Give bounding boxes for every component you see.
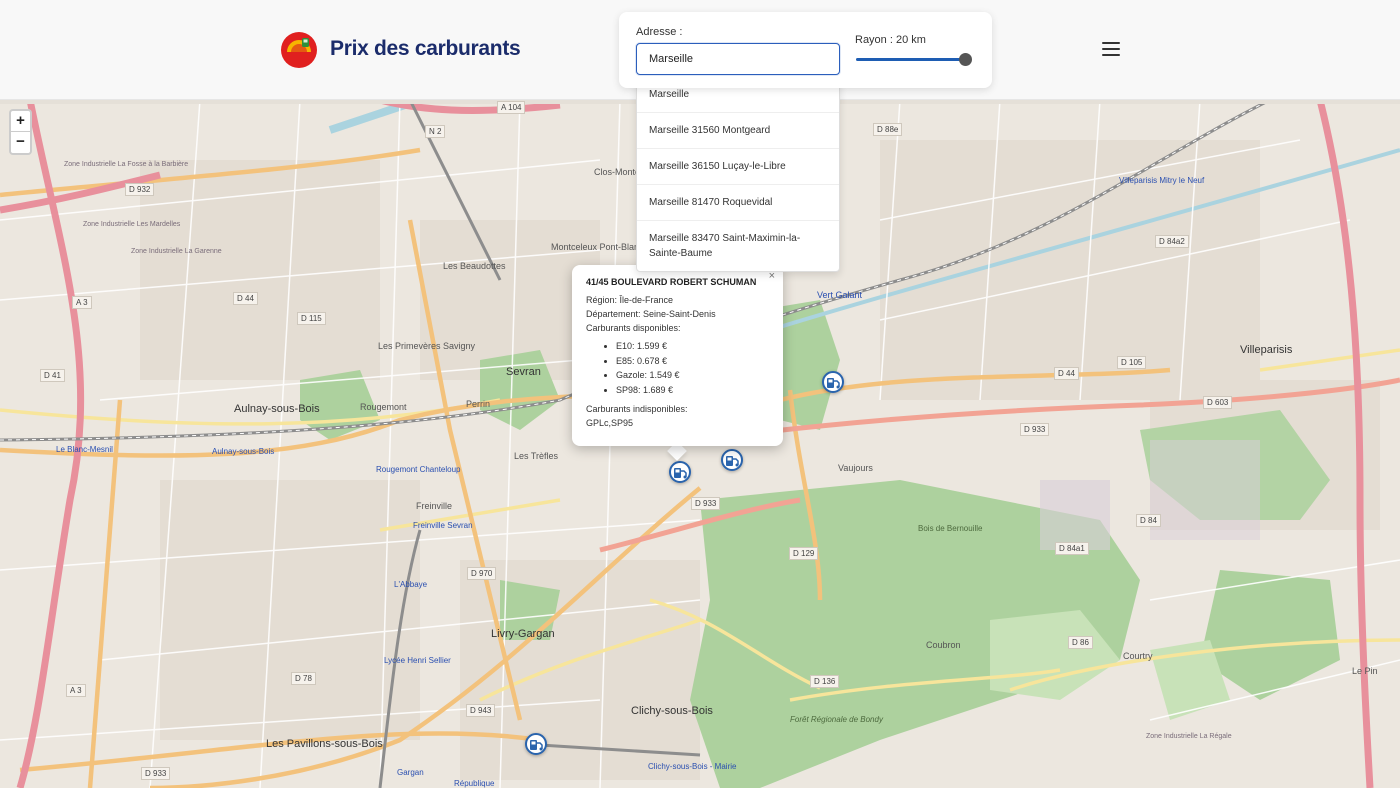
fuel-station-icon[interactable]: [721, 449, 743, 471]
search-panel: Adresse : Rayon : 20 km: [619, 12, 992, 88]
station-label: Lycée Henri Sellier: [384, 656, 451, 665]
station-departement: Département: Seine-Saint-Denis: [586, 309, 716, 319]
address-input[interactable]: [636, 43, 840, 75]
station-popup: × 41/45 BOULEVARD ROBERT SCHUMAN Région:…: [572, 265, 783, 446]
place-label: Vert Galant: [817, 290, 863, 300]
place-label: Livry-Gargan: [491, 628, 555, 640]
place-label: Aulnay-sous-Bois: [234, 403, 320, 415]
road-tag: D 129: [789, 547, 819, 560]
suggestion-item[interactable]: Marseille 83470 Saint-Maximin-la-Sainte-…: [637, 221, 839, 271]
suggestion-item[interactable]: Marseille 31560 Montgeard: [637, 113, 839, 149]
road-tag: D 943: [466, 704, 496, 717]
app-title[interactable]: Prix des carburants: [330, 37, 521, 61]
road-tag: D 105: [1117, 356, 1147, 369]
place-label: Villeparisis: [1240, 344, 1293, 356]
radius-slider-track[interactable]: [856, 58, 966, 61]
place-label: Perrin: [466, 399, 491, 409]
place-label: Vaujours: [838, 463, 873, 473]
place-label: Les Beaudottes: [443, 261, 506, 271]
available-fuels-list: E10: 1.599 € E85: 0.678 € Gazole: 1.549 …: [616, 339, 769, 397]
radius-slider-thumb[interactable]: [959, 53, 972, 66]
fuel-station-icon[interactable]: [822, 371, 844, 393]
zoom-control: + −: [9, 109, 32, 155]
place-label: Freinville: [416, 501, 453, 511]
address-suggestions: Marseille Marseille 31560 Montgeard Mars…: [636, 76, 840, 272]
road-tag: D 44: [233, 292, 258, 305]
unavailable-fuels-label: Carburants indisponibles:: [586, 404, 688, 414]
area-label: Zone Industrielle Les Mardelles: [83, 221, 181, 228]
suggestion-item[interactable]: Marseille 36150 Luçay-le-Libre: [637, 149, 839, 185]
station-label: L'Abbaye: [394, 580, 428, 589]
available-fuels-label: Carburants disponibles:: [586, 323, 681, 333]
suggestion-item[interactable]: Marseille 81470 Roquevidal: [637, 185, 839, 221]
station-region: Région: Île-de-France: [586, 295, 674, 305]
road-tag: D 115: [297, 312, 326, 325]
road-tag: D 78: [291, 672, 316, 685]
place-label: Les Pavillons-sous-Bois: [266, 738, 383, 750]
place-label: Sevran: [506, 366, 541, 378]
road-tag: D 970: [467, 567, 497, 580]
road-tag: N 2: [425, 125, 446, 138]
road-tag: A 3: [72, 296, 92, 309]
fuel-logo-icon[interactable]: [281, 32, 317, 68]
road-tag: D 933: [1020, 423, 1050, 436]
road-tag: D 933: [691, 497, 721, 510]
place-label: Le Pin: [1352, 666, 1378, 676]
place-label: Montceleux Pont-Blanc: [551, 242, 644, 252]
road-tag: D 84: [1136, 514, 1161, 527]
forest-label: Bois de Bernouille: [918, 524, 983, 533]
fuel-station-icon[interactable]: [525, 733, 547, 755]
station-label: Rougemont Chanteloup: [376, 465, 461, 474]
station-label: Gargan: [397, 768, 424, 777]
place-label: Clichy-sous-Bois: [631, 705, 713, 717]
area-label: Zone Industrielle La Garenne: [131, 248, 222, 255]
place-label: Les Trèfles: [514, 451, 559, 461]
station-label: Freinville Sevran: [413, 521, 473, 530]
road-tag: D 88e: [873, 123, 903, 136]
fuel-price-item: SP98: 1.689 €: [616, 383, 769, 398]
station-address: 41/45 BOULEVARD ROBERT SCHUMAN: [586, 277, 757, 287]
fuel-station-icon[interactable]: [669, 461, 691, 483]
road-tag: D 41: [40, 369, 65, 382]
road-tag: A 3: [66, 684, 86, 697]
hamburger-menu-icon[interactable]: [1102, 42, 1120, 56]
station-label: Villeparisis Mitry le Neuf: [1119, 176, 1205, 185]
fuel-price-item: Gazole: 1.549 €: [616, 368, 769, 383]
place-label: Coubron: [926, 640, 961, 650]
forest-label: Forêt Régionale de Bondy: [790, 715, 883, 724]
road-tag: D 136: [810, 675, 840, 688]
road-tag: D 44: [1054, 367, 1079, 380]
area-label: Zone Industrielle La Fosse à la Barbière: [64, 160, 188, 170]
station-label: République: [454, 779, 495, 788]
zoom-in-button[interactable]: +: [11, 111, 30, 132]
radius-label: Rayon : 20 km: [855, 34, 926, 46]
station-label: Clichy-sous-Bois - Mairie: [648, 762, 736, 771]
road-tag: D 86: [1068, 636, 1093, 649]
road-tag: D 84a2: [1155, 235, 1189, 248]
zoom-out-button[interactable]: −: [11, 132, 30, 153]
road-tag: D 84a1: [1055, 542, 1089, 555]
place-label: Courtry: [1123, 651, 1153, 661]
road-tag: D 933: [141, 767, 171, 780]
place-label: Les Primevères Savigny: [378, 341, 476, 351]
address-label: Adresse :: [636, 26, 683, 38]
fuel-price-item: E85: 0.678 €: [616, 354, 769, 369]
area-label: Zone Industrielle La Régale: [1146, 733, 1232, 740]
road-tag: D 603: [1203, 396, 1233, 409]
station-label: Aulnay-sous-Bois: [212, 447, 275, 456]
road-tag: A 104: [497, 101, 526, 114]
road-tag: D 932: [125, 183, 155, 196]
station-label: Le Blanc-Mesnil: [56, 445, 113, 454]
fuel-price-item: E10: 1.599 €: [616, 339, 769, 354]
place-label: Rougemont: [360, 402, 407, 412]
unavailable-fuels: GPLc,SP95: [586, 418, 634, 428]
